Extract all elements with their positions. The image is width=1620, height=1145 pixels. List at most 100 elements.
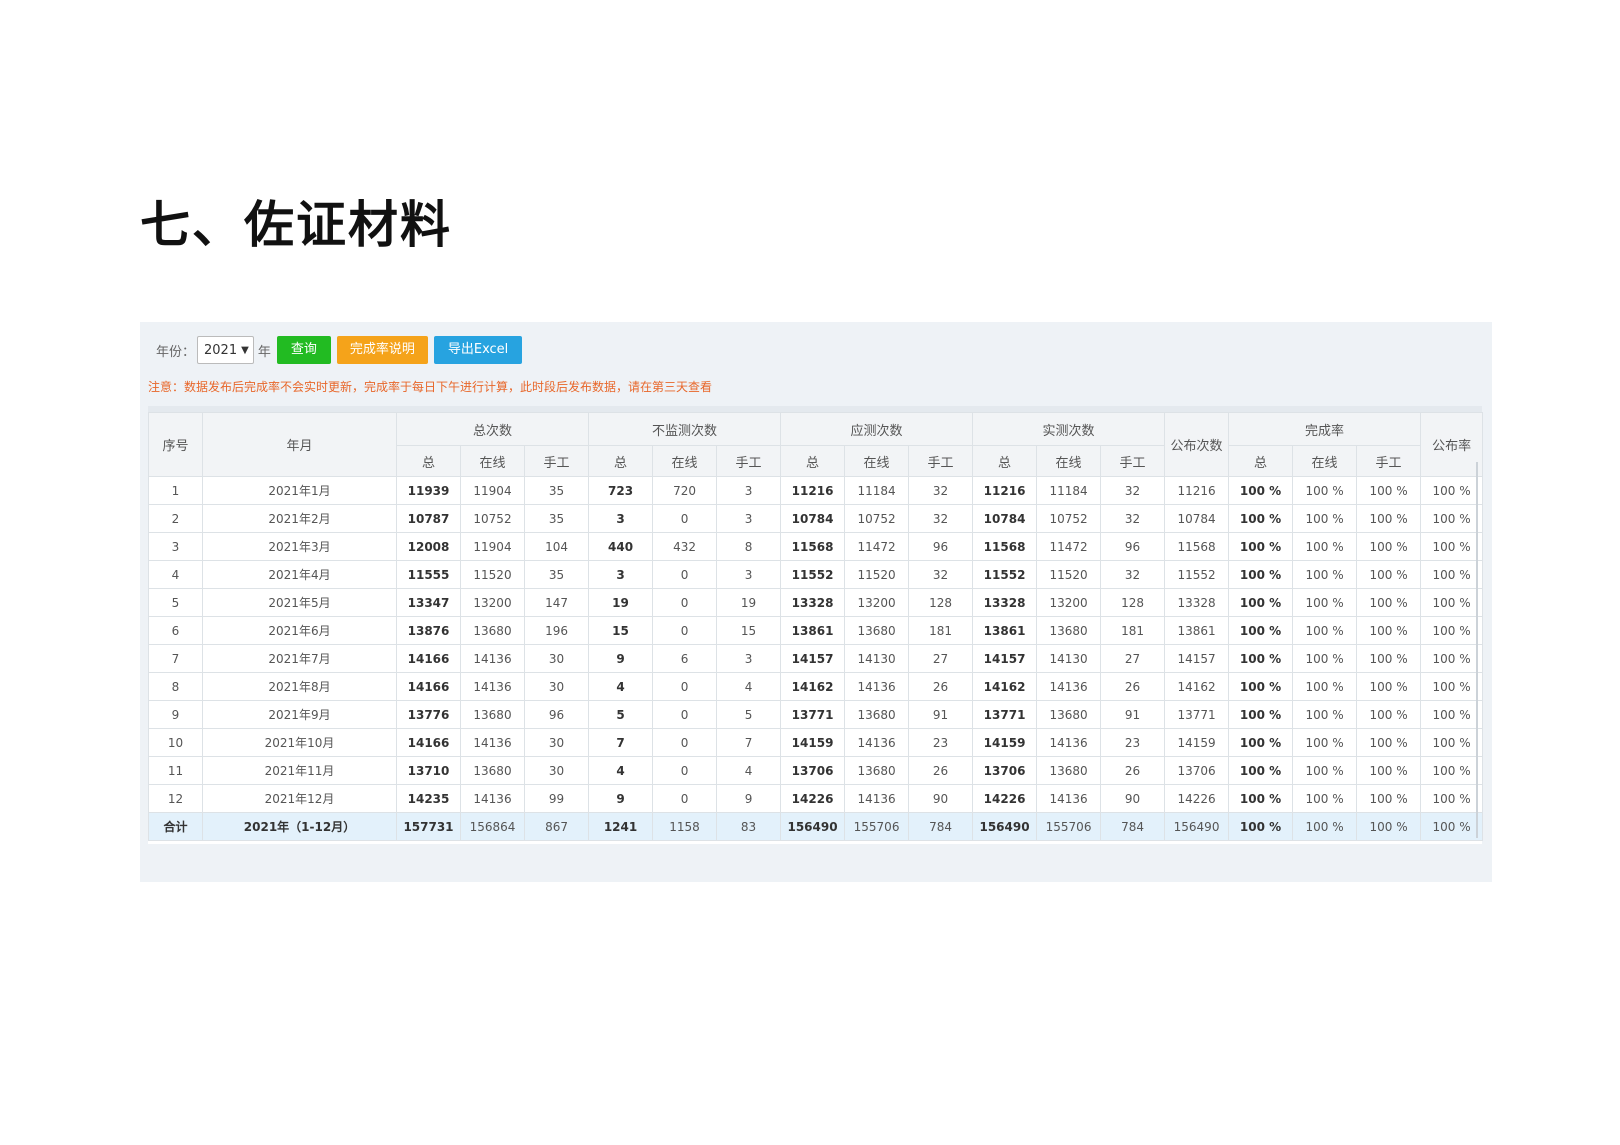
table-cell: 100 % xyxy=(1292,728,1358,757)
table-cell: 26 xyxy=(1100,672,1166,701)
table-cell: 156490 xyxy=(972,812,1038,841)
table-cell: 11472 xyxy=(1036,532,1102,561)
table-cell: 7 xyxy=(148,644,203,673)
vertical-scrollbar[interactable] xyxy=(1476,462,1478,838)
table-cell: 15 xyxy=(588,616,654,645)
table-cell: 13680 xyxy=(1036,700,1102,729)
table-cell: 104 xyxy=(523,532,590,561)
table-row: 3 2021年3月 12008 11904 104 440 432 8 11568 11472 96… xyxy=(148,532,1484,561)
table-cell: 181 xyxy=(1100,616,1166,645)
table-cell: 11520 xyxy=(1036,560,1102,589)
notice-text: 注意：数据发布后完成率不会实时更新，完成率于每日下午进行计算，此时段后发布数据，… xyxy=(148,380,713,394)
table-cell: 4 xyxy=(148,560,203,589)
table-cell: 1158 xyxy=(652,812,718,841)
table-cell: 100 % xyxy=(1356,812,1422,841)
table-cell: 14136 xyxy=(844,784,910,813)
subheader-online: 在线 xyxy=(1292,445,1358,477)
subheader-all: 总 xyxy=(972,445,1038,477)
table-cell: 2021年6月 xyxy=(202,616,397,645)
table-cell: 10752 xyxy=(460,504,525,533)
table-cell: 7 xyxy=(588,728,654,757)
table-cell: 3 xyxy=(716,504,782,533)
year-select[interactable]: 2021 ▼ xyxy=(197,336,254,364)
subheader-manual: 手工 xyxy=(1100,445,1166,477)
table-cell: 128 xyxy=(908,588,974,617)
subheader-all: 总 xyxy=(780,445,846,477)
table-cell: 100 % xyxy=(1292,476,1358,505)
export-excel-button[interactable]: 导出Excel xyxy=(433,336,523,364)
table-cell: 100 % xyxy=(1292,560,1358,589)
chevron-down-icon: ▼ xyxy=(241,344,249,356)
table-cell: 12 xyxy=(148,784,203,813)
table-cell: 100 % xyxy=(1292,616,1358,645)
table-cell: 100 % xyxy=(1356,616,1422,645)
table-cell: 32 xyxy=(1100,504,1166,533)
table-cell: 35 xyxy=(523,560,590,589)
table-cell: 100 % xyxy=(1356,700,1422,729)
table-cell: 11904 xyxy=(460,476,525,505)
table-cell: 19 xyxy=(716,588,782,617)
table-cell: 100 % xyxy=(1420,560,1484,589)
table-cell: 2021年4月 xyxy=(202,560,397,589)
table-cell: 30 xyxy=(523,672,590,701)
completion-rate-info-button[interactable]: 完成率说明 xyxy=(336,336,428,364)
table-cell: 5 xyxy=(588,700,654,729)
table-cell: 100 % xyxy=(1228,812,1294,841)
table-cell: 13200 xyxy=(844,588,910,617)
table-cell: 13771 xyxy=(972,700,1038,729)
toolbar: 年份： 2021 ▼ 年 查询 完成率说明 导出Excel xyxy=(156,336,528,364)
table-cell: 2021年5月 xyxy=(202,588,397,617)
table-cell: 0 xyxy=(652,728,718,757)
table-cell: 100 % xyxy=(1228,672,1294,701)
table-cell: 9 xyxy=(588,784,654,813)
table-cell: 13876 xyxy=(396,616,461,645)
table-cell: 9 xyxy=(716,784,782,813)
table-cell: 784 xyxy=(908,812,974,841)
table-cell: 26 xyxy=(908,672,974,701)
table-cell: 13680 xyxy=(1036,756,1102,785)
table-row: 8 2021年8月 14166 14136 30 4 0 4 14162 14136 26 14162… xyxy=(148,672,1484,701)
table-cell: 11568 xyxy=(780,532,846,561)
table-cell: 13200 xyxy=(1036,588,1102,617)
header-total-count: 总次数 xyxy=(395,412,590,446)
table-cell: 3 xyxy=(588,504,654,533)
table-cell: 9 xyxy=(148,700,203,729)
table-cell: 0 xyxy=(652,616,718,645)
table-cell: 23 xyxy=(908,728,974,757)
query-button[interactable]: 查询 xyxy=(276,336,331,364)
header-should-measure-count: 应测次数 xyxy=(780,412,974,446)
table-cell: 784 xyxy=(1100,812,1166,841)
table-cell: 100 % xyxy=(1356,728,1422,757)
table-cell: 13328 xyxy=(780,588,846,617)
table-cell: 合计 xyxy=(148,812,203,841)
table-cell: 11184 xyxy=(1036,476,1102,505)
table-cell: 26 xyxy=(1100,756,1166,785)
table-cell: 100 % xyxy=(1228,616,1294,645)
table-cell: 14162 xyxy=(1164,672,1230,701)
table-cell: 6 xyxy=(148,616,203,645)
table-cell: 14162 xyxy=(972,672,1038,701)
table-cell: 100 % xyxy=(1420,504,1484,533)
table-cell: 14136 xyxy=(1036,728,1102,757)
subheader-manual: 手工 xyxy=(716,445,782,477)
table-cell: 100 % xyxy=(1356,588,1422,617)
table-cell: 155706 xyxy=(844,812,910,841)
table-row: 1 2021年1月 11939 11904 35 723 720 3 11216 11184 32 1… xyxy=(148,476,1484,505)
table-row: 2 2021年2月 10787 10752 35 3 0 3 10784 10752 32 10784… xyxy=(148,504,1484,533)
table-cell: 128 xyxy=(1100,588,1166,617)
table-cell: 14226 xyxy=(1164,784,1230,813)
table-cell: 100 % xyxy=(1356,644,1422,673)
table-cell: 90 xyxy=(1100,784,1166,813)
table-cell: 11216 xyxy=(972,476,1038,505)
table-cell: 3 xyxy=(588,560,654,589)
table-cell: 14159 xyxy=(780,728,846,757)
table-cell: 11568 xyxy=(1164,532,1230,561)
table-cell: 10784 xyxy=(1164,504,1230,533)
table-cell: 0 xyxy=(652,756,718,785)
table-cell: 100 % xyxy=(1292,812,1358,841)
table-cell: 13680 xyxy=(844,756,910,785)
table-cell: 13680 xyxy=(844,616,910,645)
table-cell: 32 xyxy=(908,476,974,505)
table-cell: 30 xyxy=(523,728,590,757)
table-cell: 100 % xyxy=(1292,784,1358,813)
